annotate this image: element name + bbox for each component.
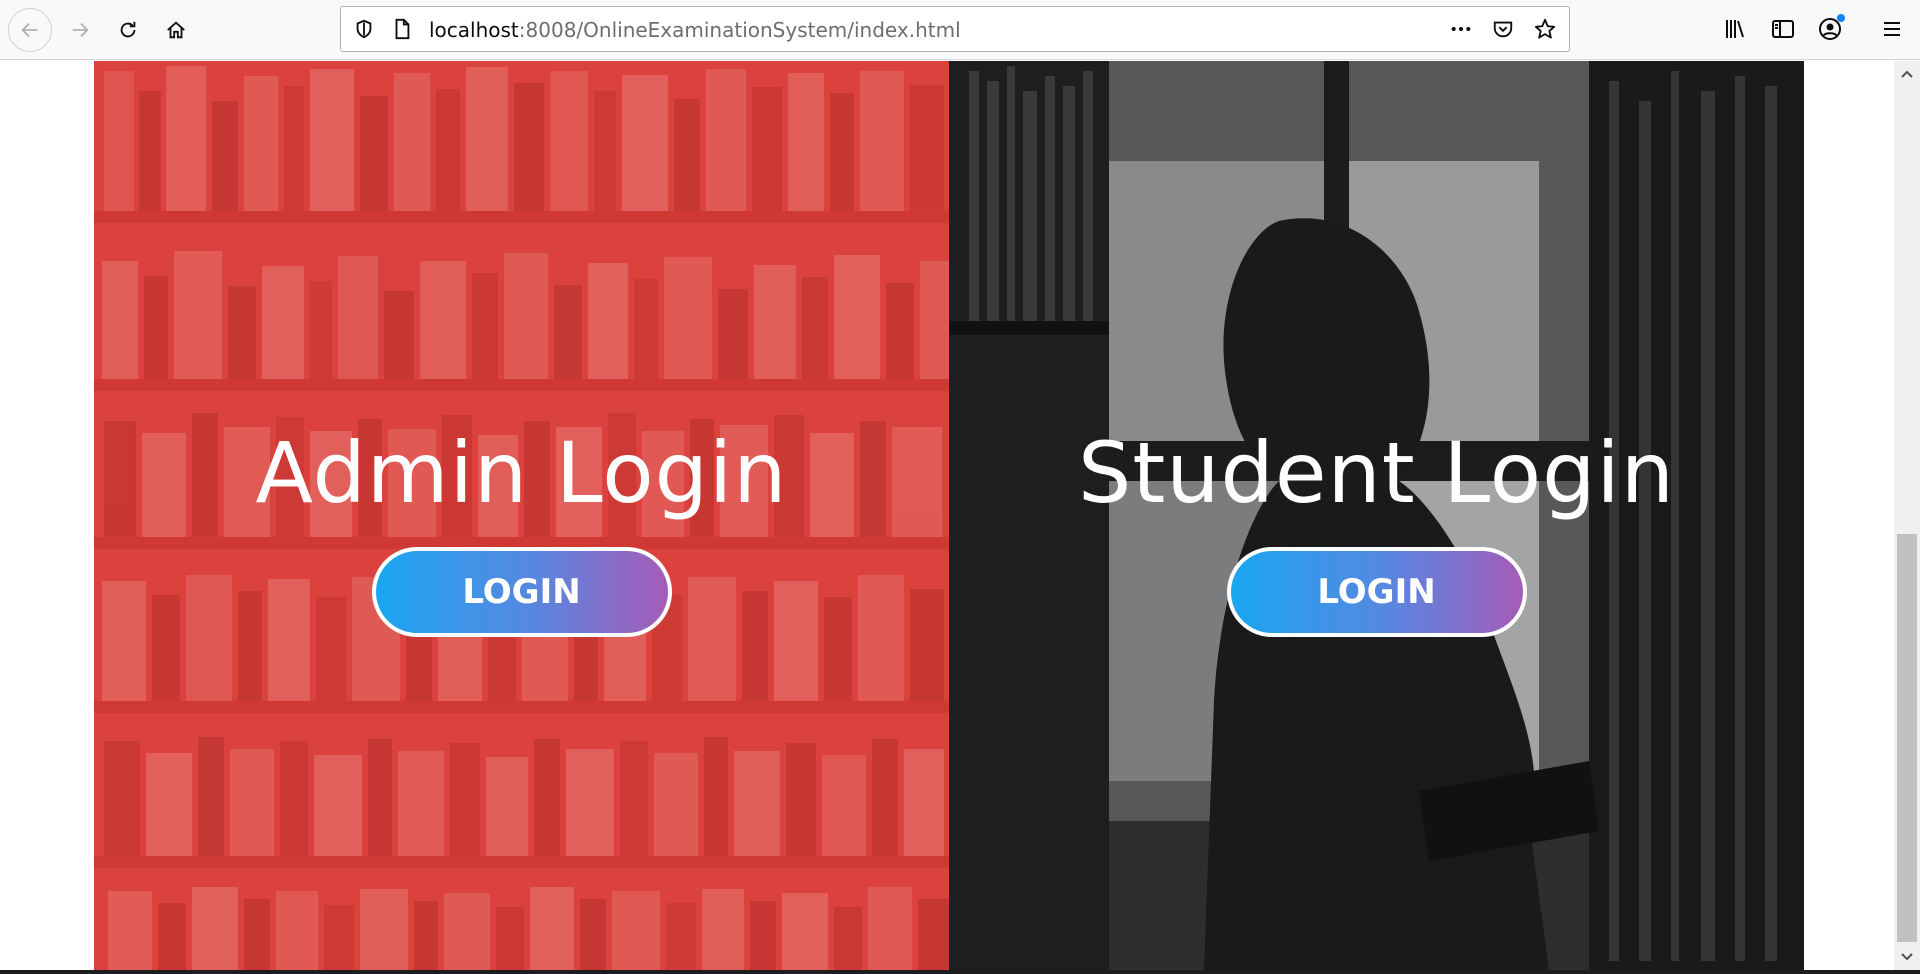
reload-button[interactable] bbox=[106, 8, 150, 52]
account-icon[interactable] bbox=[1815, 14, 1845, 44]
student-content: Student Login LOGIN bbox=[949, 61, 1804, 970]
admin-login-title: Admin Login bbox=[255, 424, 788, 522]
scrollbar-thumb[interactable] bbox=[1897, 534, 1917, 942]
scroll-up-arrow-icon[interactable] bbox=[1894, 61, 1920, 87]
forward-button[interactable] bbox=[58, 8, 102, 52]
admin-content: Admin Login LOGIN bbox=[94, 61, 949, 970]
window-bottom-edge bbox=[0, 970, 1920, 974]
student-panel: Student Login LOGIN bbox=[949, 61, 1804, 970]
scroll-down-arrow-icon[interactable] bbox=[1894, 944, 1920, 970]
arrow-left-icon bbox=[21, 22, 38, 38]
url-text[interactable]: localhost:8008/OnlineExaminationSystem/i… bbox=[429, 18, 961, 42]
admin-login-button[interactable]: LOGIN bbox=[371, 547, 672, 637]
student-login-title: Student Login bbox=[1078, 424, 1675, 522]
reload-icon bbox=[120, 21, 136, 38]
url-actions bbox=[1449, 17, 1557, 41]
home-button[interactable] bbox=[154, 8, 198, 52]
vertical-scrollbar[interactable] bbox=[1894, 61, 1920, 970]
url-path: :8008/OnlineExaminationSystem/index.html bbox=[518, 18, 961, 42]
back-button[interactable] bbox=[8, 8, 52, 52]
sidebar-icon[interactable] bbox=[1768, 14, 1798, 44]
student-login-button[interactable]: LOGIN bbox=[1226, 547, 1527, 637]
address-bar[interactable]: localhost:8008/OnlineExaminationSystem/i… bbox=[340, 6, 1570, 52]
url-host: localhost bbox=[429, 18, 519, 42]
tracking-shield-icon[interactable] bbox=[353, 18, 375, 40]
hamburger-menu-icon[interactable] bbox=[1877, 14, 1907, 44]
page-viewport: Admin Login LOGIN Student Login LOGIN bbox=[0, 61, 1894, 970]
admin-panel: Admin Login LOGIN bbox=[94, 61, 949, 970]
home-icon bbox=[167, 21, 185, 39]
library-icon[interactable] bbox=[1720, 14, 1750, 44]
browser-toolbar: localhost:8008/OnlineExaminationSystem/i… bbox=[0, 0, 1920, 60]
star-icon[interactable] bbox=[1533, 17, 1557, 41]
arrow-right-icon bbox=[72, 22, 89, 38]
more-dots-icon[interactable] bbox=[1449, 17, 1473, 41]
notification-dot bbox=[1837, 14, 1845, 22]
page-icon[interactable] bbox=[391, 17, 413, 41]
pocket-icon[interactable] bbox=[1491, 17, 1515, 41]
